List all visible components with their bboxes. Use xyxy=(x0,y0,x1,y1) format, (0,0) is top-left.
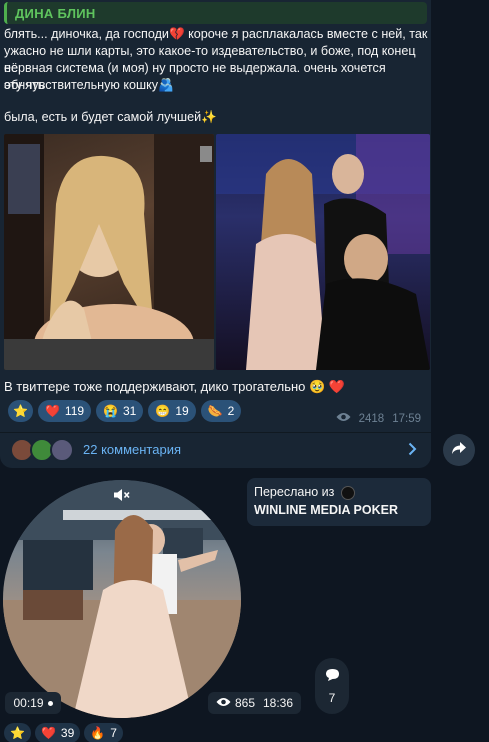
video-time: 18:36 xyxy=(263,696,294,710)
chevron-right-icon xyxy=(408,442,417,461)
post-time: 17:59 xyxy=(392,412,421,425)
reaction-count: 2 xyxy=(227,404,235,418)
crying-face-icon: 😭 xyxy=(103,404,118,418)
post-caption: В твиттере тоже поддерживают, дико трога… xyxy=(4,379,345,394)
channel-logo-icon xyxy=(340,485,355,500)
reply-author: ДИНА БЛИН xyxy=(15,6,96,21)
muted-speaker-icon[interactable] xyxy=(113,488,131,507)
reaction-grin[interactable]: 😁 19 xyxy=(148,400,196,422)
reaction-star[interactable]: ⭐ xyxy=(8,400,33,422)
comment-icon xyxy=(325,668,340,685)
heart-icon: ❤️ xyxy=(40,726,56,740)
fire-icon: 🔥 xyxy=(90,726,106,740)
round-video[interactable] xyxy=(3,480,241,718)
hotdog-icon: 🌭 xyxy=(207,404,223,418)
reaction-fire[interactable]: 🔥 7 xyxy=(84,723,123,742)
reaction-heart[interactable]: ❤️ 119 xyxy=(37,400,92,422)
reaction-count: 31 xyxy=(123,404,137,418)
post-photo-2[interactable] xyxy=(216,134,430,370)
star-icon: ⭐ xyxy=(13,404,28,418)
comments-label: 22 комментария xyxy=(83,442,181,457)
comments-button[interactable]: 7 xyxy=(315,658,349,714)
share-button[interactable] xyxy=(443,434,475,466)
post-reactions: ⭐ ❤️ 119 😭 31 😁 19 🌭 2 xyxy=(8,400,242,422)
views-icon xyxy=(336,412,351,425)
comments-bar[interactable]: 22 комментария xyxy=(0,433,431,468)
avatar xyxy=(50,438,74,462)
reaction-heart[interactable]: ❤️ 39 xyxy=(34,723,81,742)
comments-count: 7 xyxy=(328,690,336,705)
post-meta: 2418 17:59 xyxy=(336,412,421,425)
grinning-face-icon: 😁 xyxy=(155,404,171,418)
reaction-star[interactable]: ⭐ xyxy=(4,723,31,742)
video-meta: 865 18:36 xyxy=(208,692,301,714)
views-count: 865 xyxy=(234,696,255,710)
forwarded-label[interactable]: Переслано из WINLINE MEDIA POKER xyxy=(247,478,431,526)
post-text-line: была, есть и будет самой лучшей✨ xyxy=(4,110,217,124)
star-icon: ⭐ xyxy=(10,726,25,740)
video-duration: 00:19 xyxy=(5,692,61,714)
share-arrow-icon xyxy=(451,441,467,460)
post-text-line: эту чувствительную кошку🫂 xyxy=(4,78,174,92)
reaction-count: 19 xyxy=(175,404,189,418)
reaction-hotdog[interactable]: 🌭 2 xyxy=(200,400,242,422)
post-photo-1[interactable] xyxy=(4,134,214,370)
reaction-crying[interactable]: 😭 31 xyxy=(96,400,144,422)
views-icon xyxy=(216,696,231,710)
reaction-count: 119 xyxy=(64,404,85,418)
reaction-count: 39 xyxy=(60,726,75,740)
reaction-count: 7 xyxy=(110,726,117,740)
forwarded-channel: WINLINE MEDIA POKER xyxy=(254,503,398,517)
heart-icon: ❤️ xyxy=(44,404,60,418)
forwarded-prefix: Переслано из xyxy=(254,485,335,499)
reply-quote[interactable]: ДИНА БЛИН xyxy=(4,2,427,24)
video-reactions: ⭐ ❤️ 39 🔥 7 xyxy=(4,723,123,742)
views-count: 2418 xyxy=(358,412,385,425)
duration-text: 00:19 xyxy=(13,696,44,710)
post-text-line: блять... диночка, да господи💔 короче я р… xyxy=(4,27,428,41)
unwatched-dot-icon xyxy=(47,700,53,706)
channel-post: ДИНА БЛИН блять... диночка, да господи💔 … xyxy=(0,0,431,468)
